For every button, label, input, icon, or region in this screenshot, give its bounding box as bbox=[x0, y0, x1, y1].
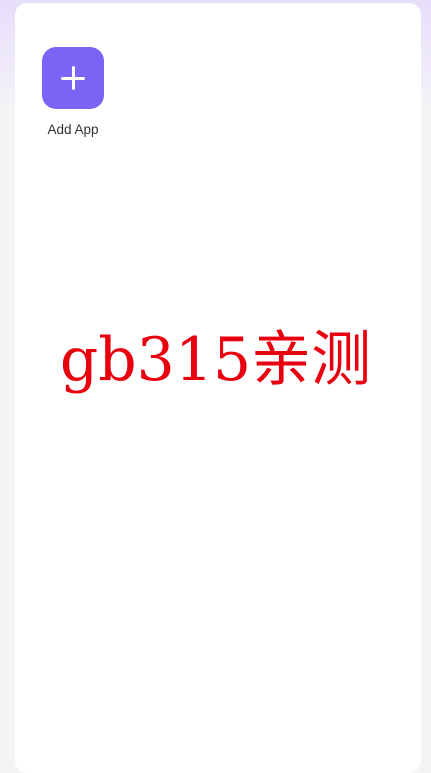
plus-icon-vertical-bar bbox=[71, 66, 75, 90]
watermark-text: gb315亲测 bbox=[59, 325, 372, 395]
plus-icon[interactable] bbox=[42, 47, 104, 109]
add-app-label: Add App bbox=[47, 122, 99, 137]
add-app-button[interactable]: Add App bbox=[42, 47, 104, 137]
